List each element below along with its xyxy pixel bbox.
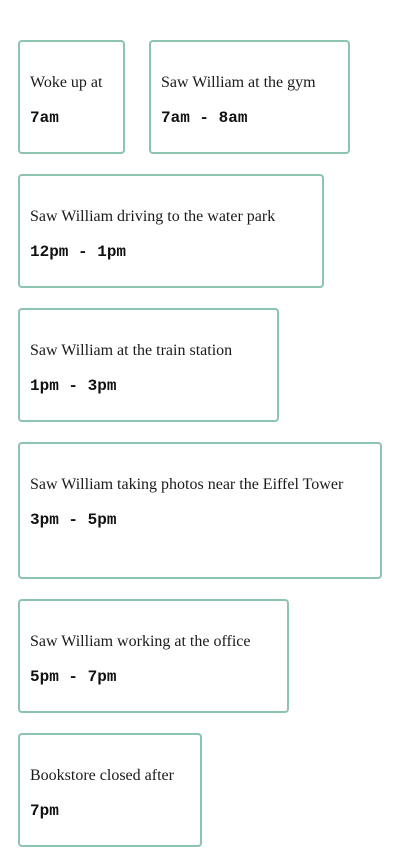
card-time: 1pm - 3pm (30, 377, 117, 395)
timeline-card-water-park: Saw William driving to the water park 12… (18, 174, 324, 288)
card-time: 7am (30, 109, 59, 127)
card-time: 12pm - 1pm (30, 243, 127, 261)
card-description: Saw William driving to the water park (30, 208, 276, 225)
card-description: Saw William at the gym (161, 74, 316, 91)
card-description: Saw William taking photos near the Eiffe… (30, 476, 344, 493)
card-description: Bookstore closed after (30, 767, 174, 784)
card-description: Saw William at the train station (30, 342, 233, 359)
timeline-card-bookstore: Bookstore closed after 7pm (18, 733, 202, 847)
timeline-card-train-station: Saw William at the train station 1pm - 3… (18, 308, 279, 422)
timeline-card-woke-up: Woke up at 7am (18, 40, 125, 154)
card-description: Saw William working at the office (30, 633, 251, 650)
timeline-card-eiffel-tower: Saw William taking photos near the Eiffe… (18, 442, 382, 579)
card-time: 7pm (30, 802, 59, 820)
card-time: 3pm - 5pm (30, 511, 117, 529)
card-time: 5pm - 7pm (30, 668, 117, 686)
card-time: 7am - 8am (161, 109, 248, 127)
timeline-card-gym: Saw William at the gym 7am - 8am (149, 40, 350, 154)
card-description: Woke up at (30, 74, 103, 91)
timeline-card-office: Saw William working at the office 5pm - … (18, 599, 289, 713)
